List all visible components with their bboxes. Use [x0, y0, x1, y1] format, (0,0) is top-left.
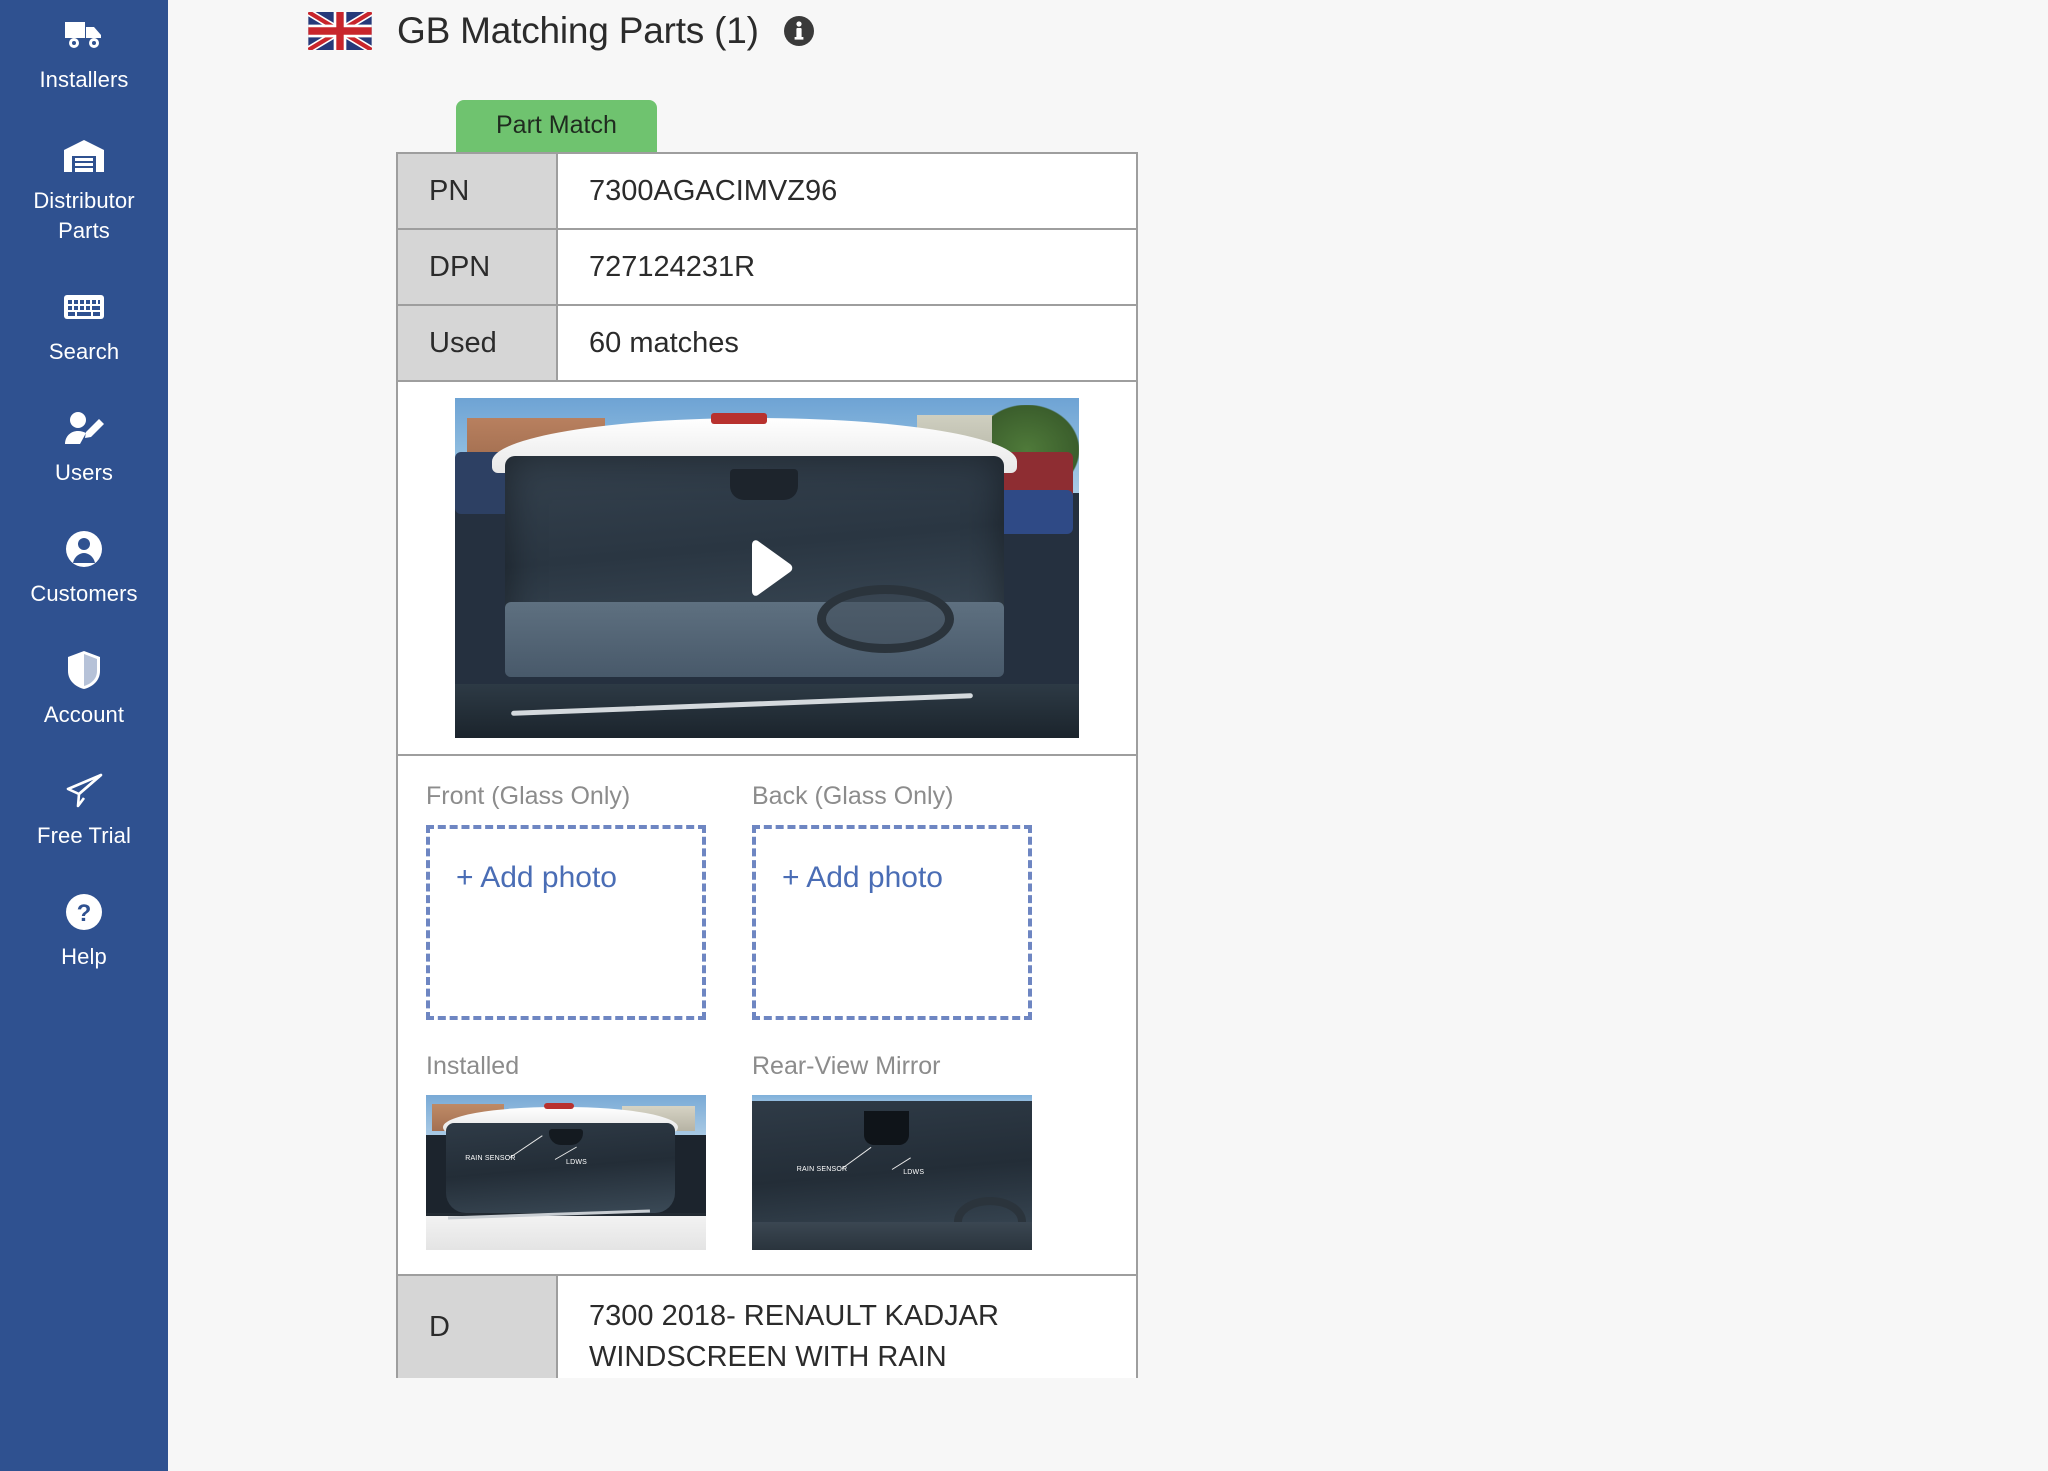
user-edit-icon [61, 405, 107, 451]
photo-row-existing: Installed RAIN SENSOR LDWS Rear-View Mir… [426, 1052, 1136, 1250]
thumb-annotation-ldws: LDWS [566, 1158, 588, 1166]
sidebar-item-label: Search [48, 339, 120, 364]
sidebar-item-label: Installers [39, 67, 129, 92]
photo-cell-back: Back (Glass Only) + Add photo [752, 782, 1032, 1020]
tab-part-match[interactable]: Part Match [456, 100, 657, 152]
sidebar-item-installers[interactable]: Installers [0, 4, 168, 95]
thumb-roof-light [543, 1102, 575, 1109]
row-label-description: D [398, 1276, 558, 1378]
gb-flag-icon [308, 12, 372, 50]
sidebar-item-label: Customers [30, 581, 138, 606]
play-icon[interactable] [736, 537, 798, 599]
photo-thumbnail-rear-view-mirror[interactable]: RAIN SENSOR LDWS [752, 1095, 1032, 1250]
table-row: PN 7300AGACIMVZ96 [398, 154, 1136, 230]
add-photo-front-button[interactable]: + Add photo [426, 825, 706, 1020]
sidebar-item-label: Free Trial [37, 823, 131, 848]
photo-cell-installed: Installed RAIN SENSOR LDWS [426, 1052, 706, 1250]
sidebar-item-customers[interactable]: Customers [0, 518, 168, 609]
truck-icon [61, 12, 107, 58]
add-photo-back-button[interactable]: + Add photo [752, 825, 1032, 1020]
video-roof-light [710, 413, 767, 425]
user-circle-icon [61, 526, 107, 572]
row-label-used: Used [398, 306, 558, 380]
warehouse-icon [61, 133, 107, 179]
table-row-description: D 7300 2018- RENAULT KADJAR WINDSCREEN W… [398, 1276, 1136, 1378]
sidebar-item-users[interactable]: Users [0, 397, 168, 488]
photo-thumbnail-installed[interactable]: RAIN SENSOR LDWS [426, 1095, 706, 1250]
page-title: GB Matching Parts (1) [397, 10, 759, 51]
sidebar-item-label: Help [61, 944, 107, 969]
question-circle-icon: ? [61, 889, 107, 935]
table-row: Used 60 matches [398, 306, 1136, 382]
svg-text:?: ? [77, 900, 92, 927]
photo-row-upload: Front (Glass Only) + Add photo Back (Gla… [426, 782, 1136, 1020]
main-content: GB Matching Parts (1) Part Match PN 7300… [168, 0, 2048, 1471]
thumb-annotation-rain-sensor: RAIN SENSOR [465, 1155, 516, 1163]
photo-caption-rear-view-mirror: Rear-View Mirror [752, 1052, 941, 1080]
tab-strip: Part Match [456, 100, 657, 152]
video-rearview-mirror [729, 469, 799, 500]
thumb-bonnet [426, 1215, 706, 1250]
sidebar-item-search[interactable]: Search [0, 276, 168, 367]
photo-cell-rear-view-mirror: Rear-View Mirror RAIN SENSOR LDWS [752, 1052, 1032, 1250]
sidebar-item-distributor-parts[interactable]: Distributor Parts [0, 125, 168, 246]
video-thumbnail[interactable] [455, 398, 1079, 738]
row-value-description: 7300 2018- RENAULT KADJAR WINDSCREEN WIT… [589, 1300, 999, 1373]
page-header: GB Matching Parts (1) [308, 10, 815, 52]
thumb-rearview-mirror [549, 1129, 583, 1145]
photo-caption-back: Back (Glass Only) [752, 782, 954, 810]
photo-caption-installed: Installed [426, 1052, 520, 1080]
photo-cell-front: Front (Glass Only) + Add photo [426, 782, 706, 1020]
shield-icon [61, 647, 107, 693]
thumb-annotation-ldws: LDWS [903, 1169, 925, 1177]
paper-plane-icon [61, 768, 107, 814]
photo-section: Front (Glass Only) + Add photo Back (Gla… [398, 756, 1136, 1276]
sidebar-item-label: Account [43, 702, 125, 727]
keyboard-icon [61, 284, 107, 330]
add-photo-label: + Add photo [456, 861, 617, 894]
thumb-rearview-mirror [864, 1110, 909, 1145]
sidebar: Installers Distributor Parts Search User… [0, 0, 168, 1471]
sidebar-item-label: Users [55, 460, 113, 485]
part-detail-panel: PN 7300AGACIMVZ96 DPN 727124231R Used 60… [396, 152, 1138, 1378]
photo-caption-front: Front (Glass Only) [426, 782, 631, 810]
sidebar-item-account[interactable]: Account [0, 639, 168, 730]
info-icon[interactable] [783, 15, 815, 47]
sidebar-item-label: Distributor Parts [33, 188, 135, 243]
row-label-pn: PN [398, 154, 558, 228]
row-value-used: 60 matches [558, 306, 1136, 380]
table-row: DPN 727124231R [398, 230, 1136, 306]
add-photo-label: + Add photo [782, 861, 943, 894]
thumb-dashboard [752, 1222, 1032, 1250]
sidebar-item-free-trial[interactable]: Free Trial [0, 760, 168, 851]
video-steering-wheel [816, 585, 955, 653]
video-section [398, 382, 1136, 756]
thumb-annotation-rain-sensor: RAIN SENSOR [796, 1166, 848, 1174]
row-label-dpn: DPN [398, 230, 558, 304]
row-value-pn: 7300AGACIMVZ96 [558, 154, 1136, 228]
row-value-dpn: 727124231R [558, 230, 1136, 304]
sidebar-item-help[interactable]: ? Help [0, 881, 168, 972]
